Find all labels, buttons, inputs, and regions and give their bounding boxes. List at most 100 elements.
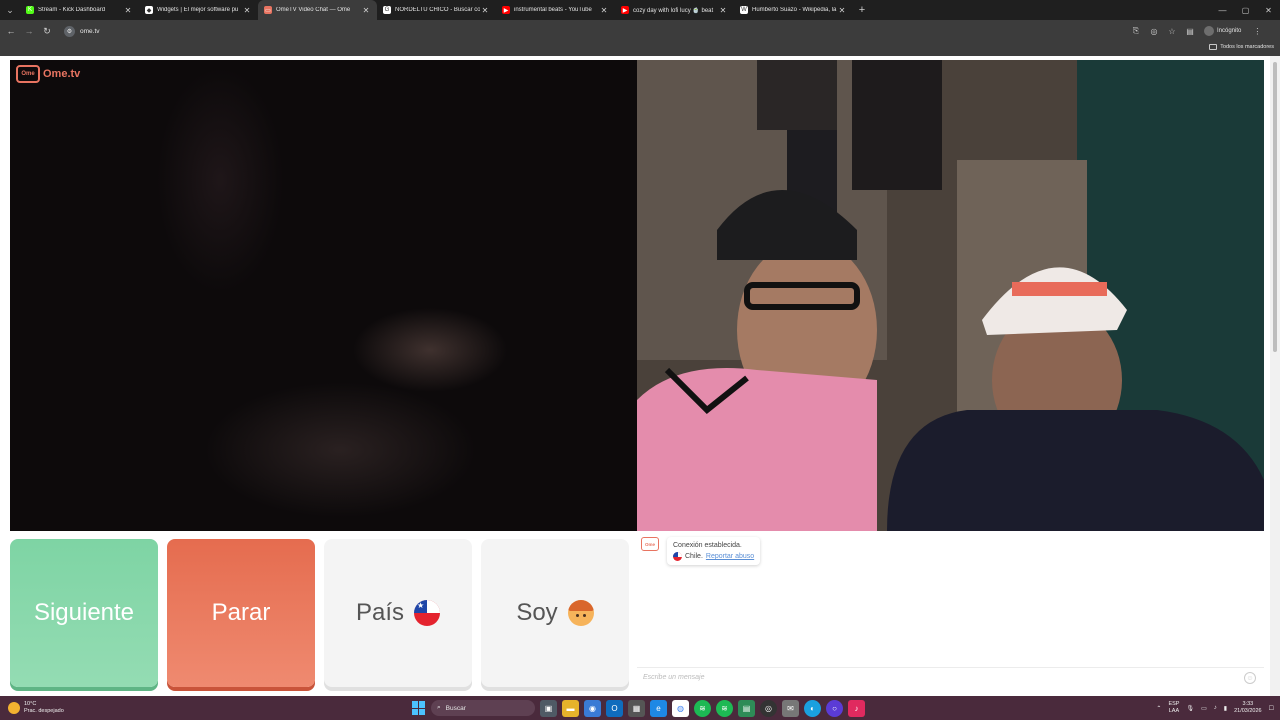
address-bar[interactable]: ⚙ ome.tv [60, 23, 1120, 39]
menu-group: ⋮ [1249, 23, 1265, 39]
back-arrow-icon[interactable]: ← [2, 22, 20, 40]
store-icon[interactable]: ▦ [628, 699, 645, 717]
scrollbar-thumb[interactable] [1273, 62, 1277, 352]
ometv-watermark: Ome Ome.tv [16, 65, 80, 83]
ometv-logo-icon: Ome [16, 65, 40, 83]
country-text: Chile. [685, 553, 703, 560]
chrome-icon[interactable]: ◍ [672, 699, 689, 717]
reload-icon[interactable]: ↻ [38, 22, 56, 40]
clock-time: 3:33 [1242, 701, 1254, 707]
network-icon[interactable]: ▭ [1201, 705, 1207, 712]
search-app-icon[interactable]: ○ [826, 699, 843, 717]
taskbar-search-label: Buscar [445, 704, 466, 712]
browser-tab[interactable]: ▭ OmeTV Video Chat — Ome ✕ [258, 0, 377, 20]
sun-icon [8, 702, 20, 714]
site-info-icon[interactable]: ⚙ [64, 25, 75, 37]
windows-start-icon[interactable] [412, 701, 426, 715]
taskbar-search[interactable]: ⌕ Buscar [431, 700, 535, 716]
all-bookmarks-button[interactable]: Todos los marcadores [1209, 44, 1274, 50]
minimize-icon[interactable]: — [1211, 0, 1234, 20]
chile-flag-small-icon [673, 552, 682, 561]
windows-taskbar: 10°C Prac. despejado ⌕ Buscar ▣ ▬ ◉ O ▦ … [0, 696, 1280, 720]
browser-tab[interactable]: ◆ Widgets | El mejor software pu ✕ [139, 0, 258, 20]
browser-tab[interactable]: K Stream - Kick Dashboard ✕ [20, 0, 139, 20]
obs-icon[interactable]: ◎ [760, 699, 777, 717]
tiktok-icon[interactable]: ♪ [848, 699, 865, 717]
clock[interactable]: 3:33 21/03/2026 [1234, 701, 1262, 715]
file-explorer-icon[interactable]: ▬ [562, 699, 579, 717]
tab-title: cozy day with lofi lucy 🍵 beat [633, 7, 714, 14]
translate-icon[interactable]: ⎘ [1128, 23, 1144, 39]
country-filter-button[interactable]: País ★ [324, 539, 472, 687]
forward-arrow-icon[interactable]: → [20, 22, 38, 40]
tab-favicon-icon: ▶ [621, 6, 629, 14]
browser-tab[interactable]: ▶ cozy day with lofi lucy 🍵 beat ✕ [615, 0, 734, 20]
outlook-icon[interactable]: O [606, 699, 623, 717]
mail-icon[interactable]: ✉ [782, 699, 799, 717]
tab-search-chevron-icon[interactable]: ⌄ [0, 0, 20, 20]
incognito-icon [1204, 26, 1214, 36]
tab-close-icon[interactable]: ✕ [480, 6, 490, 15]
next-button[interactable]: Siguiente [10, 539, 158, 687]
volume-icon[interactable]: ♪ [1214, 705, 1217, 711]
spotify-2-icon[interactable]: ≋ [716, 699, 733, 717]
eye-off-icon[interactable]: ◎ [1146, 23, 1162, 39]
weather-widget[interactable]: 10°C Prac. despejado [8, 701, 64, 715]
boy-avatar-icon [567, 600, 594, 626]
message-bubble: Conexión establecida. Chile. Reportar ab… [667, 537, 761, 565]
copilot-icon[interactable]: ◉ [584, 699, 601, 717]
system-message: Ome Conexión establecida. Chile. Reporta… [641, 537, 761, 565]
tab-title: OmeTV Video Chat — Ome [276, 7, 351, 13]
browser-tab[interactable]: W Humberto Suazo - Wikipedia, la ✕ [734, 0, 853, 20]
me-button-label: Soy [516, 599, 558, 626]
tab-close-icon[interactable]: ✕ [361, 6, 371, 15]
search-icon: ⌕ [437, 704, 441, 711]
chat-message-input[interactable]: Escribe un mensaje ☺ [637, 667, 1264, 687]
self-camera-video [637, 60, 1264, 531]
side-panel-icon[interactable]: ▤ [1182, 23, 1198, 39]
browser-tab[interactable]: ▶ instrumental beats - YouTube ✕ [496, 0, 615, 20]
tab-favicon-icon: ▭ [264, 6, 272, 14]
tab-title: Widgets | El mejor software pu [157, 7, 239, 13]
browser-tab[interactable]: G NORDELTU CHICO - Buscar co ✕ [377, 0, 496, 20]
tab-close-icon[interactable]: ✕ [123, 6, 133, 15]
notes-icon[interactable]: ▤ [738, 699, 755, 717]
browser-tab-strip: ⌄ K Stream - Kick Dashboard ✕ ◆ Widgets | El… [0, 0, 1280, 20]
notifications-icon[interactable]: ☐ [1269, 705, 1274, 712]
tab-close-icon[interactable]: ✕ [718, 6, 728, 15]
task-view-icon[interactable]: ▣ [540, 699, 557, 717]
maximize-icon[interactable]: ▢ [1234, 0, 1257, 20]
incognito-indicator[interactable]: Incógnito [1204, 26, 1241, 36]
tab-close-icon[interactable]: ✕ [242, 6, 252, 15]
tab-favicon-icon: ▶ [502, 6, 510, 14]
new-tab-plus-icon[interactable]: + [853, 4, 871, 16]
tab-title: NORDELTU CHICO - Buscar co [395, 7, 480, 13]
battery-icon[interactable]: ▮ [1224, 705, 1227, 712]
camera-scene [637, 60, 1264, 531]
tray-chevron-icon[interactable]: ⌃ [1156, 705, 1161, 712]
tab-favicon-icon: G [383, 6, 391, 14]
emoji-icon[interactable]: ☺ [1244, 672, 1256, 684]
browser-app-icon[interactable]: ◐ [804, 699, 821, 717]
page-scrollbar[interactable] [1270, 56, 1280, 696]
microphone-icon[interactable]: 🎙 [1186, 705, 1194, 712]
folder-icon [1209, 44, 1218, 50]
country-button-label: País [355, 599, 405, 626]
kebab-menu-icon[interactable]: ⋮ [1249, 23, 1265, 39]
report-abuse-link[interactable]: Reportar abuso [706, 551, 754, 562]
edge-icon[interactable]: e [650, 699, 667, 717]
weather-desc: Prac. despejado [24, 708, 64, 714]
close-window-icon[interactable]: ✕ [1257, 0, 1280, 20]
tab-close-icon[interactable]: ✕ [837, 6, 847, 15]
ometv-page: Ome Ome.tv Siguiente Parar País ★ Soy Om… [0, 56, 1280, 696]
gender-select-button[interactable]: Soy [481, 539, 629, 687]
stop-button[interactable]: Parar [167, 539, 315, 687]
tab-favicon-icon: ◆ [145, 6, 153, 14]
bookmark-star-icon[interactable]: ☆ [1164, 23, 1180, 39]
language-indicator[interactable]: ESP LAA [1168, 701, 1179, 715]
browser-toolbar: ← → ↻ ⚙ ome.tv ⎘ ◎ ☆ ▤ Incógnito ⋮ [0, 20, 1280, 42]
spotify-icon[interactable]: ≋ [694, 699, 711, 717]
taskbar-apps: ⌕ Buscar ▣ ▬ ◉ O ▦ e ◍ ≋ ≋ ▤ ◎ ✉ ◐ ○ ♪ [412, 696, 865, 720]
system-tray: ⌃ ESP LAA 🎙 ▭ ♪ ▮ 3:33 21/03/2026 ☐ [1156, 696, 1274, 720]
tab-close-icon[interactable]: ✕ [599, 6, 609, 15]
